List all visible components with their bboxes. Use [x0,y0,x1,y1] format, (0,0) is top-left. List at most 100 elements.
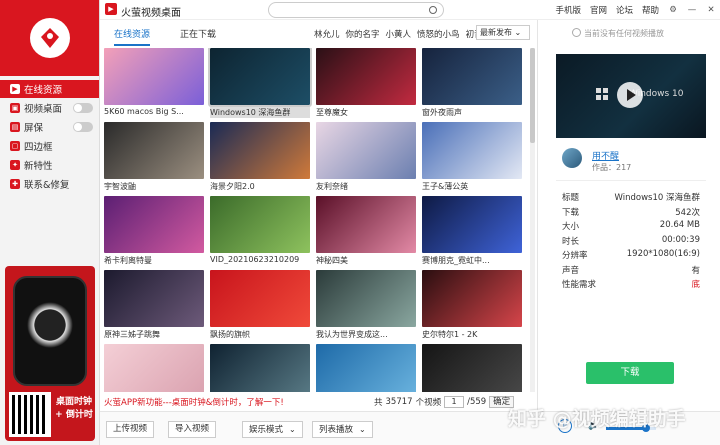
sidebar-item-5[interactable]: ✚ 联系&修复 [0,175,99,193]
video-thumbnail[interactable] [210,344,310,392]
video-title[interactable]: 希卡利离特曼 [104,255,204,266]
top-nav-link[interactable]: 帮助 [642,4,659,16]
video-thumbnail[interactable] [104,48,204,105]
video-tile[interactable]: 友利奈绪 [316,122,416,192]
close-icon[interactable]: ✕ [706,5,716,15]
sidebar-item-2[interactable]: ▤ 屏保 [0,118,99,136]
download-button[interactable]: 下载 [586,362,674,384]
video-thumbnail[interactable] [210,196,310,253]
sidebar-item-1[interactable]: ▣ 视频桌面 [0,99,99,117]
video-thumbnail[interactable] [422,122,522,179]
video-thumbnail[interactable] [316,48,416,105]
video-tile[interactable]: 原神三姊子跳舞 [104,270,204,340]
video-preview[interactable]: Windows 10 [556,54,706,138]
video-thumbnail[interactable] [104,196,204,253]
video-thumbnail[interactable] [422,48,522,105]
video-tile[interactable]: 5K60 macos Big S... [104,48,204,116]
pause-icon[interactable]: II [558,419,572,433]
volume-knob[interactable] [642,424,650,432]
video-title[interactable]: 窗外夜雨声 [422,107,522,118]
video-tile[interactable]: 我认为世界变成这... [316,270,416,340]
video-title[interactable]: 5K60 macos Big S... [104,107,204,116]
video-thumbnail[interactable] [316,122,416,179]
video-thumbnail[interactable] [422,344,522,392]
video-title[interactable]: 神秘四美 [316,255,416,266]
tab-online-resources[interactable]: 在线资源 [114,27,151,46]
video-tile[interactable]: 窗外夜雨声 [422,48,522,118]
video-tile[interactable] [316,344,416,392]
video-thumbnail[interactable] [210,122,310,179]
sort-select[interactable]: 最新发布 ⌄ [476,25,530,40]
toggle-switch[interactable] [73,122,93,132]
tab-downloading[interactable]: 正在下载 [180,27,216,40]
video-tile[interactable]: Windows10 深海鱼群 [208,48,312,118]
video-tile[interactable]: 史尔特尔1 - 2K [422,270,522,340]
video-tile[interactable]: 飘扬的旗帜 [210,270,310,340]
video-tile[interactable]: 神秘四美 [316,196,416,266]
video-title[interactable]: VID_20210623210209 [210,255,310,264]
video-tile[interactable]: 赛博朋克_霓虹中... [422,196,522,266]
news-link[interactable]: 火萤APP新功能---桌面时钟&倒计时，了解一下! [104,396,284,408]
search-input[interactable] [268,2,444,18]
sidebar-item-3[interactable]: ▢ 四边框 [0,137,99,155]
promo-banner[interactable]: 桌面时钟 + 倒计时 [5,266,95,441]
video-thumbnail[interactable] [316,196,416,253]
upload-video-button[interactable]: 上传视频 [106,421,155,438]
author-link[interactable]: 愤怒的小鸟 [417,28,460,40]
info-row: 性能需求 底 [562,278,700,293]
play-icon[interactable] [617,82,643,108]
video-tile[interactable]: VID_20210623210209 [210,196,310,264]
video-title[interactable]: 友利奈绪 [316,181,416,192]
video-title[interactable]: 至尊魔女 [316,107,416,118]
video-tile[interactable]: 至尊魔女 [316,48,416,118]
video-title[interactable]: 王子&薄公英 [422,181,522,192]
video-tile[interactable] [210,344,310,392]
video-thumbnail[interactable] [104,270,204,327]
video-thumbnail[interactable] [316,270,416,327]
minimize-icon[interactable]: — [687,5,697,15]
grid-scrollbar[interactable] [530,48,535,392]
video-thumbnail[interactable] [422,196,522,253]
top-nav-link[interactable]: 官网 [590,4,607,16]
video-tile[interactable] [422,344,522,392]
volume-icon[interactable]: 🔈 [588,421,599,431]
top-nav-link[interactable]: 手机版 [555,4,581,16]
video-thumbnail[interactable] [316,344,416,392]
video-title[interactable]: 飘扬的旗帜 [210,329,310,340]
author-link[interactable]: 小黄人 [386,28,412,40]
video-thumbnail[interactable] [104,122,204,179]
video-thumbnail[interactable] [210,270,310,327]
video-title[interactable]: 原神三姊子跳舞 [104,329,204,340]
author-name-link[interactable]: 用不醒 [592,149,619,162]
settings-icon[interactable]: ⚙ [668,5,678,15]
video-thumbnail[interactable] [104,344,204,392]
video-title[interactable]: Windows10 深海鱼群 [210,107,310,118]
avatar[interactable] [562,148,582,168]
video-tile[interactable] [104,344,204,392]
video-tile[interactable]: 王子&薄公英 [422,122,522,192]
toggle-switch[interactable] [73,103,93,113]
scroll-thumb[interactable] [530,48,535,143]
video-tile[interactable]: 希卡利离特曼 [104,196,204,266]
video-thumbnail[interactable] [422,270,522,327]
volume-slider[interactable] [606,424,656,432]
mode-select[interactable]: 娱乐模式 [242,421,303,438]
video-thumbnail[interactable] [208,48,312,107]
video-tile[interactable]: 海景夕阳2.0 [210,122,310,192]
top-nav-link[interactable]: 论坛 [616,4,633,16]
import-video-button[interactable]: 导入视频 [168,421,217,438]
sidebar-item-4[interactable]: ✦ 新特性 [0,156,99,174]
author-link[interactable]: 你的名字 [346,28,380,40]
page-input[interactable]: 1 [444,396,465,408]
search-icon[interactable] [429,6,437,14]
video-title[interactable]: 我认为世界变成这... [316,329,416,340]
video-tile[interactable]: 宇智波鼬 [104,122,204,192]
video-title[interactable]: 海景夕阳2.0 [210,181,310,192]
jump-button[interactable]: 确定 [489,396,515,408]
video-title[interactable]: 史尔特尔1 - 2K [422,329,522,340]
author-link[interactable]: 林允儿 [314,28,340,40]
sidebar-item-0[interactable]: ▶ 在线资源 [0,80,99,98]
playlist-select[interactable]: 列表播放 [312,421,373,438]
video-title[interactable]: 赛博朋克_霓虹中... [422,255,522,266]
video-title[interactable]: 宇智波鼬 [104,181,204,192]
